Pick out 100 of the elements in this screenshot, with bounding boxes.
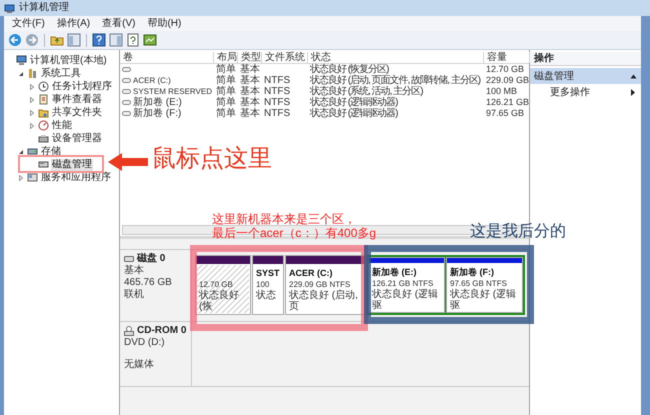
- collapsed-triangle-icon[interactable]: [29, 96, 35, 102]
- shared-folder-icon: [38, 107, 49, 118]
- tree-item[interactable]: 性能: [51, 120, 73, 132]
- column-header[interactable]: 卷: [120, 52, 214, 63]
- computer-icon: [4, 2, 15, 14]
- menu-item[interactable]: 文件(F): [12, 18, 45, 28]
- partition-name: 新加卷 (F:): [450, 266, 494, 278]
- actions-section[interactable]: 磁盘管理: [530, 68, 641, 84]
- partition-name: ACER (C:): [289, 267, 332, 279]
- partition-header-bar: [196, 256, 250, 264]
- column-header[interactable]: 状态: [308, 52, 484, 63]
- partition-status: 状态良好 (逻辑驱: [450, 289, 518, 311]
- window-title: 计算机管理: [19, 3, 69, 13]
- back-arrow-icon[interactable]: [8, 33, 22, 47]
- tree-item[interactable]: 设备管理器: [51, 132, 103, 144]
- table-cell: 状态良好 (逻辑驱动器): [310, 108, 398, 119]
- gauge-icon: [38, 120, 49, 131]
- device-icon: [38, 133, 49, 144]
- table-cell: 状态良好 (系统, 活动, 主分区): [310, 86, 423, 97]
- table-cell: NTFS: [264, 75, 290, 86]
- table-cell: 状态良好 (启动, 页面文件, 故障转储, 主分区): [310, 75, 480, 86]
- partition-status: 状态良好 (启动, 页: [289, 290, 359, 312]
- table-cell: 97.65 GB: [486, 108, 524, 119]
- disk-drive-icon: [124, 256, 134, 262]
- table-cell: 简单: [216, 108, 236, 119]
- partition-size: 100: [256, 279, 270, 290]
- table-cell: NTFS: [264, 97, 290, 108]
- storage-icon: [27, 146, 38, 157]
- tree-item[interactable]: 任务计划程序: [51, 80, 113, 92]
- partition-size: 229.09 GB NTFS: [289, 279, 350, 290]
- table-cell: 126.21 GB: [486, 97, 530, 108]
- partition-status: 状态良好 (恢: [199, 290, 240, 312]
- tree-item[interactable]: 存储: [40, 146, 62, 158]
- tree-item[interactable]: 计算机管理(本地): [29, 54, 108, 66]
- disk-name: CD-ROM 0: [137, 325, 186, 337]
- collapsed-triangle-icon[interactable]: [18, 174, 24, 180]
- log-icon: [38, 94, 49, 105]
- partition-name: 新加卷 (E:): [372, 266, 416, 278]
- tree-item[interactable]: 共享文件夹: [51, 106, 103, 118]
- menu-item[interactable]: 查看(V): [102, 18, 136, 28]
- table-cell: 100 MB: [486, 86, 518, 97]
- table-cell: 新加卷 (E:): [133, 97, 182, 108]
- partition-name: SYST: [256, 267, 280, 279]
- cd-drive-icon: [124, 326, 134, 336]
- column-header[interactable]: 布局: [214, 52, 238, 63]
- table-cell: ACER (C:): [133, 75, 171, 86]
- tree-item[interactable]: 磁盘管理: [51, 158, 93, 170]
- table-cell: 状态良好 (逻辑驱动器): [310, 97, 398, 108]
- table-cell: 基本: [240, 97, 260, 108]
- computer-icon: [16, 55, 27, 66]
- tools-icon: [27, 68, 38, 79]
- tree-item[interactable]: 系统工具: [40, 68, 82, 80]
- partition-size: 126.21 GB NTFS: [372, 278, 434, 288]
- services-icon: [27, 172, 38, 183]
- disk-info: 联机: [124, 289, 145, 301]
- disk-info: 无媒体: [124, 359, 155, 371]
- table-cell: 基本: [240, 75, 260, 86]
- actions-header: 操作: [530, 52, 641, 66]
- action-link[interactable]: 更多操作: [530, 84, 641, 100]
- disk-info: 465.76 GB: [124, 277, 173, 288]
- column-header[interactable]: 类型: [238, 52, 262, 63]
- pointer-arrow: [108, 152, 148, 172]
- table-cell: 简单: [216, 97, 236, 108]
- table-cell: NTFS: [264, 86, 290, 97]
- column-header[interactable]: 文件系统: [262, 52, 308, 63]
- submenu-arrow-icon: [631, 88, 635, 96]
- table-cell: 12.70 GB: [486, 64, 524, 75]
- menu-item[interactable]: 帮助(H): [147, 18, 182, 28]
- panel-icon[interactable]: [67, 33, 81, 47]
- annotation-text: 这是我后分的: [470, 223, 566, 241]
- table-cell-text: SYSTEM RESERVED: [133, 86, 212, 96]
- partition-header-bar: [253, 256, 283, 264]
- partition[interactable]: 12.70 GB 状态良好 (恢: [197, 265, 249, 313]
- collapsed-triangle-icon[interactable]: [29, 122, 35, 128]
- table-cell: 简单: [216, 86, 236, 97]
- collapsed-triangle-icon[interactable]: [29, 84, 35, 90]
- table-cell: 状态良好 (恢复分区): [310, 64, 388, 75]
- panel-icon[interactable]: [109, 33, 123, 47]
- collapse-arrow-icon[interactable]: [630, 74, 637, 78]
- table-cell: 简单: [216, 64, 236, 75]
- table-cell: 简单: [216, 75, 236, 86]
- expanded-triangle-icon[interactable]: [18, 70, 24, 76]
- collapsed-triangle-icon[interactable]: [29, 110, 35, 116]
- partition-size: 97.65 GB NTFS: [450, 278, 507, 288]
- partition-size: 12.70 GB: [199, 279, 233, 290]
- menu-item[interactable]: 操作(A): [56, 18, 90, 28]
- chart-icon[interactable]: [143, 33, 157, 47]
- annotation-text: 鼠标点这里: [152, 146, 272, 172]
- expanded-triangle-icon[interactable]: [18, 148, 24, 154]
- partition-status: 状态良好 (逻辑驱: [372, 289, 440, 311]
- document-icon[interactable]: [126, 33, 140, 47]
- help-icon[interactable]: [92, 33, 106, 47]
- disk-name: 磁盘 0: [137, 253, 166, 264]
- tree-item[interactable]: 事件查看器: [51, 94, 103, 106]
- table-cell: 基本: [240, 64, 260, 75]
- table-cell: 基本: [240, 86, 260, 97]
- forward-arrow-icon[interactable]: [25, 33, 39, 47]
- disk-info: 基本: [124, 265, 145, 277]
- table-cell: 新加卷 (F:): [133, 108, 182, 119]
- disk-info: DVD (D:): [124, 337, 166, 349]
